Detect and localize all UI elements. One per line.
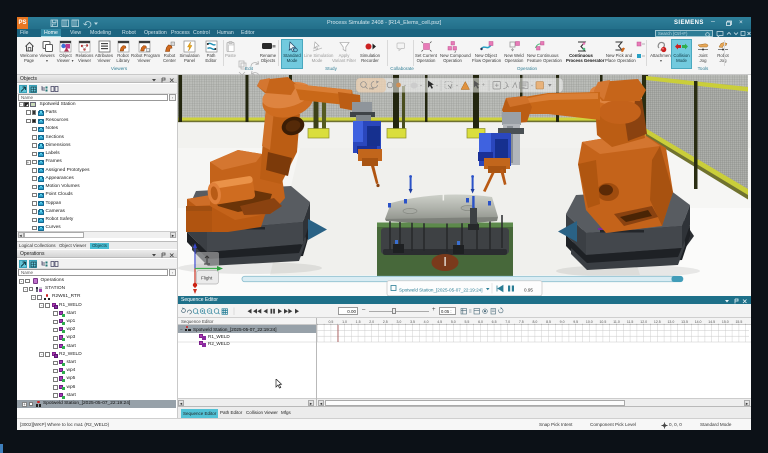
svg-text:Flight: Flight xyxy=(201,276,213,281)
svg-text:4.5: 4.5 xyxy=(437,320,442,324)
svg-text:Ask: Ask xyxy=(369,87,375,91)
svg-text:10.5: 10.5 xyxy=(599,320,606,324)
svg-text:12.5: 12.5 xyxy=(654,320,661,324)
svg-text:13.0: 13.0 xyxy=(667,320,674,324)
svg-text:11.0: 11.0 xyxy=(613,320,620,324)
svg-text:7.0: 7.0 xyxy=(505,320,510,324)
svg-text:8.0: 8.0 xyxy=(532,320,537,324)
svg-text:5.5: 5.5 xyxy=(464,320,469,324)
svg-text:3.5: 3.5 xyxy=(410,320,415,324)
svg-text:5.0: 5.0 xyxy=(451,320,456,324)
svg-text:6.5: 6.5 xyxy=(492,320,497,324)
svg-text:14.5: 14.5 xyxy=(708,320,715,324)
svg-text:2.0: 2.0 xyxy=(369,320,374,324)
svg-text:15.0: 15.0 xyxy=(722,320,729,324)
svg-text:14.0: 14.0 xyxy=(695,320,702,324)
svg-text:13.5: 13.5 xyxy=(681,320,688,324)
svg-text:6.0: 6.0 xyxy=(478,320,483,324)
svg-text:10.0: 10.0 xyxy=(586,320,593,324)
svg-text:9.5: 9.5 xyxy=(573,320,578,324)
svg-text:7.5: 7.5 xyxy=(519,320,524,324)
svg-text:12.0: 12.0 xyxy=(640,320,647,324)
svg-text:0.5: 0.5 xyxy=(328,320,333,324)
svg-text:11.5: 11.5 xyxy=(627,320,634,324)
svg-text:1.5: 1.5 xyxy=(356,320,361,324)
svg-text:15.5: 15.5 xyxy=(735,320,742,324)
svg-text:8.5: 8.5 xyxy=(546,320,551,324)
svg-text:Spotweld Station_[2025-05-07_2: Spotweld Station_[2025-05-07_22:19:24] xyxy=(399,288,483,293)
svg-text:2.5: 2.5 xyxy=(383,320,388,324)
svg-text:0.95: 0.95 xyxy=(524,288,533,293)
svg-text:1.0: 1.0 xyxy=(342,320,347,324)
svg-text:4.0: 4.0 xyxy=(424,320,429,324)
svg-text:9.0: 9.0 xyxy=(560,320,565,324)
svg-text:3.0: 3.0 xyxy=(396,320,401,324)
